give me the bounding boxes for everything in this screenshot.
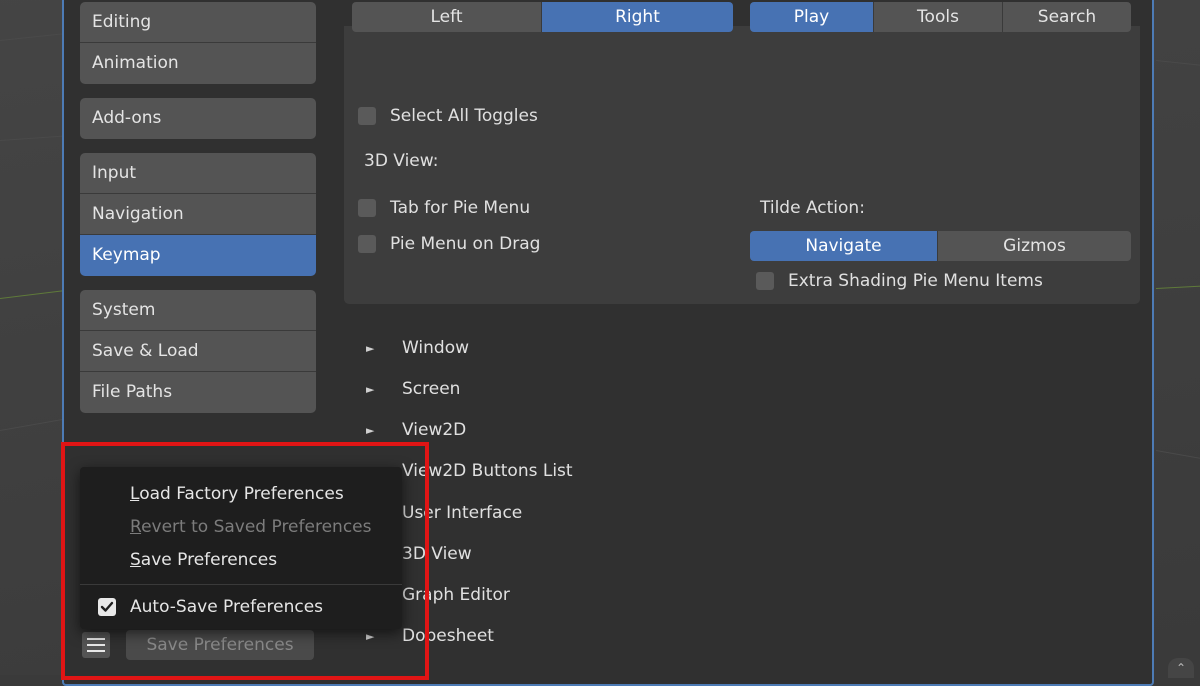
sidebar-item-animation[interactable]: Animation [80,43,316,84]
sidebar-item-addons[interactable]: Add-ons [80,98,316,139]
tilde-action-toggle: Navigate Gizmos [750,231,1131,261]
mnemonic-letter: L [130,484,140,504]
tilde-action-label: Tilde Action: [760,198,865,218]
keymap-tree-label: Dopesheet [402,626,494,646]
menu-separator [80,584,402,585]
keymap-tree-label: Window [402,338,470,358]
extra-shading-checkbox[interactable] [756,272,774,290]
grid-line [1155,60,1200,67]
keymap-tree-item[interactable]: ► Dopesheet [366,626,494,646]
expand-arrow-icon: ► [366,423,375,437]
tab-for-pie-menu-label: Tab for Pie Menu [390,198,531,218]
checkmark-icon [100,601,114,612]
side-option-right[interactable]: Right [542,2,733,32]
grid-line [0,32,70,41]
keymap-tree-label: User Interface [402,503,523,523]
keymap-settings-box [344,26,1140,304]
keymap-tree-label: Graph Editor [402,585,510,605]
keymap-tree-label: View2D [402,420,467,440]
menu-item-label: oad Factory Preferences [139,484,344,504]
side-toggle: Left Right [352,2,733,32]
sidebar-item-save-load[interactable]: Save & Load [80,331,316,372]
mode-option-tools[interactable]: Tools [874,2,1003,32]
nav-group-addons: Add-ons [80,98,316,139]
preferences-sidebar: Editing Animation Add-ons Input Navigati… [80,0,316,427]
grid-line [1155,450,1200,460]
select-all-toggles-label: Select All Toggles [390,106,538,126]
keymap-panel: Left Right Play Tools Search Select All … [344,0,1140,678]
auto-save-checkbox[interactable] [98,598,116,616]
load-factory-preferences-item[interactable]: Load Factory Preferences [130,484,344,504]
sidebar-item-navigation[interactable]: Navigation [80,194,316,235]
nav-group-input: Input Navigation Keymap [80,153,316,276]
grid-line [0,417,70,431]
sidebar-item-keymap[interactable]: Keymap [80,235,316,276]
keymap-tree-label: View2D Buttons List [402,461,573,481]
extra-shading-label: Extra Shading Pie Menu Items [788,271,1043,291]
preferences-popup-menu: Load Factory Preferences Revert to Saved… [80,467,402,629]
select-all-toggles-checkbox[interactable] [358,107,376,125]
sidebar-item-system[interactable]: System [80,290,316,331]
pie-menu-on-drag-checkbox[interactable] [358,235,376,253]
nav-group-editing: Editing Animation [80,2,316,84]
hamburger-bar [87,644,105,646]
expand-arrow-icon: ► [366,629,375,643]
select-all-toggles-row: Select All Toggles [358,106,538,126]
hamburger-bar [87,650,105,652]
save-preferences-button[interactable]: Save Preferences [126,630,314,660]
mnemonic-letter: R [130,517,142,537]
mode-option-search[interactable]: Search [1003,2,1131,32]
tab-for-pie-menu-checkbox[interactable] [358,199,376,217]
hamburger-bar [87,638,105,640]
tilde-option-gizmos[interactable]: Gizmos [938,231,1131,261]
keymap-tree-item[interactable]: ► View2D [366,420,466,440]
grid-line [0,135,70,141]
tilde-option-navigate[interactable]: Navigate [750,231,938,261]
expand-arrow-icon: ► [366,341,375,355]
mnemonic-letter: S [130,550,141,570]
pie-menu-on-drag-row: Pie Menu on Drag [358,234,540,254]
grid-axis-line [1155,285,1200,289]
sidebar-item-input[interactable]: Input [80,153,316,194]
sidebar-item-file-paths[interactable]: File Paths [80,372,316,413]
extra-shading-row: Extra Shading Pie Menu Items [756,271,1043,291]
side-option-left[interactable]: Left [352,2,542,32]
keymap-tree-item[interactable]: ► Screen [366,379,460,399]
auto-save-preferences-label[interactable]: Auto-Save Preferences [130,597,323,617]
keymap-tree-label: 3D View [402,544,472,564]
nav-group-system: System Save & Load File Paths [80,290,316,413]
menu-item-label: ave Preferences [140,550,278,570]
pie-menu-on-drag-label: Pie Menu on Drag [390,234,541,254]
grid-axis-line [0,289,70,299]
mode-option-play[interactable]: Play [750,2,874,32]
menu-item-label: evert to Saved Preferences [141,517,372,537]
tab-for-pie-menu-row: Tab for Pie Menu [358,198,530,218]
expand-arrow-icon: ► [366,382,375,396]
revert-saved-preferences-item[interactable]: Revert to Saved Preferences [130,517,371,537]
save-preferences-item[interactable]: Save Preferences [130,550,277,570]
view3d-section-label: 3D View: [364,151,439,171]
keymap-tree-item[interactable]: ► Window [366,338,469,358]
mode-toggle: Play Tools Search [750,2,1131,32]
keymap-tree-label: Screen [402,379,461,399]
scroll-up-icon[interactable]: ⌃ [1168,658,1194,678]
sidebar-item-editing[interactable]: Editing [80,2,316,43]
hamburger-icon[interactable] [82,632,110,658]
